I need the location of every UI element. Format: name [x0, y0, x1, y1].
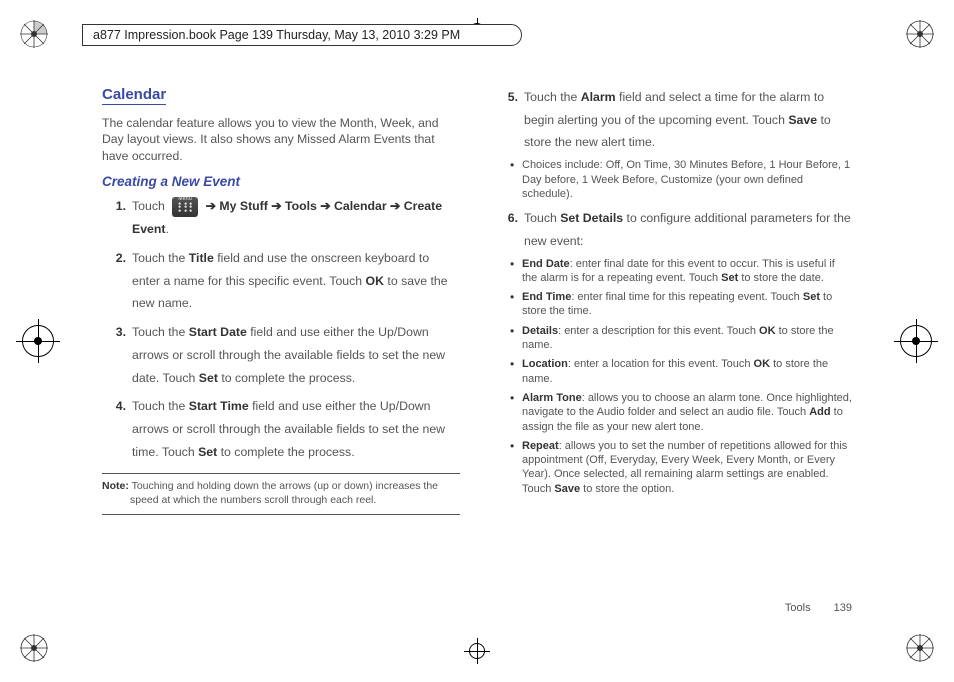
bullet-item: Location: enter a location for this even…	[512, 357, 852, 386]
registration-mark-icon	[20, 634, 48, 662]
section-subhead: Creating a New Event	[102, 174, 460, 189]
page-stamp: a877 Impression.book Page 139 Thursday, …	[82, 24, 522, 46]
bullet-item: Choices include: Off, On Time, 30 Minute…	[512, 158, 852, 201]
footer-section: Tools	[785, 602, 811, 614]
note-block: Note: Touching and holding down the arro…	[102, 473, 460, 514]
bullet-item: Alarm Tone: allows you to choose an alar…	[512, 391, 852, 434]
column-right: 5. Touch the Alarm field and select a ti…	[494, 86, 852, 622]
section-title: Calendar	[102, 86, 166, 105]
footer-page-number: 139	[834, 602, 852, 614]
registration-mark-icon	[906, 634, 934, 662]
registration-mark-icon	[20, 20, 48, 48]
step-number: 6.	[494, 207, 518, 230]
step-text: Touch the Start Date field and use eithe…	[132, 325, 445, 384]
steps-list-left: 1. Touch Menu ➔ My Stuff ➔ Tools ➔ Calen…	[102, 195, 460, 463]
step-text: Touch the Start Time field and use eithe…	[132, 399, 445, 458]
text-fragment: Touch	[132, 199, 168, 213]
step-item: 5. Touch the Alarm field and select a ti…	[494, 86, 852, 154]
step-number: 4.	[102, 395, 126, 418]
step-text: Touch the Alarm field and select a time …	[524, 90, 831, 149]
step-number: 1.	[102, 195, 126, 218]
step-number: 3.	[102, 321, 126, 344]
column-left: Calendar The calendar feature allows you…	[102, 86, 460, 622]
step-item: 1. Touch Menu ➔ My Stuff ➔ Tools ➔ Calen…	[102, 195, 460, 240]
step-item: 2. Touch the Title field and use the ons…	[102, 247, 460, 315]
registration-mark-icon	[906, 20, 934, 48]
step-text: Touch Set Details to configure additiona…	[524, 211, 851, 248]
step-item: 4. Touch the Start Time field and use ei…	[102, 395, 460, 463]
sub-bullets: Choices include: Off, On Time, 30 Minute…	[494, 158, 852, 201]
target-mark-icon	[22, 325, 54, 357]
section-intro: The calendar feature allows you to view …	[102, 115, 460, 164]
step-text: Touch the Title field and use the onscre…	[132, 251, 448, 310]
step-text: Touch Menu ➔ My Stuff ➔ Tools ➔ Calendar…	[132, 199, 442, 236]
target-mark-icon	[900, 325, 932, 357]
step-number: 5.	[494, 86, 518, 109]
menu-icon: Menu	[172, 197, 198, 217]
note-lead: Note:	[102, 480, 129, 492]
crop-mark-icon	[466, 640, 488, 662]
bullet-item: Details: enter a description for this ev…	[512, 324, 852, 353]
page-body: Calendar The calendar feature allows you…	[102, 86, 852, 622]
menu-icon-label: Menu	[172, 195, 198, 204]
bullet-item: End Date: enter final date for this even…	[512, 257, 852, 286]
bullet-item: Repeat: allows you to set the number of …	[512, 439, 852, 496]
note-text: Touching and holding down the arrows (up…	[132, 480, 438, 492]
step-item: 3. Touch the Start Date field and use ei…	[102, 321, 460, 389]
sub-bullets: End Date: enter final date for this even…	[494, 257, 852, 496]
step-number: 2.	[102, 247, 126, 270]
page-footer: Tools 139	[785, 602, 852, 614]
step-item: 6. Touch Set Details to configure additi…	[494, 207, 852, 252]
bullet-item: End Time: enter final time for this repe…	[512, 290, 852, 319]
text-fragment: .	[166, 222, 169, 236]
